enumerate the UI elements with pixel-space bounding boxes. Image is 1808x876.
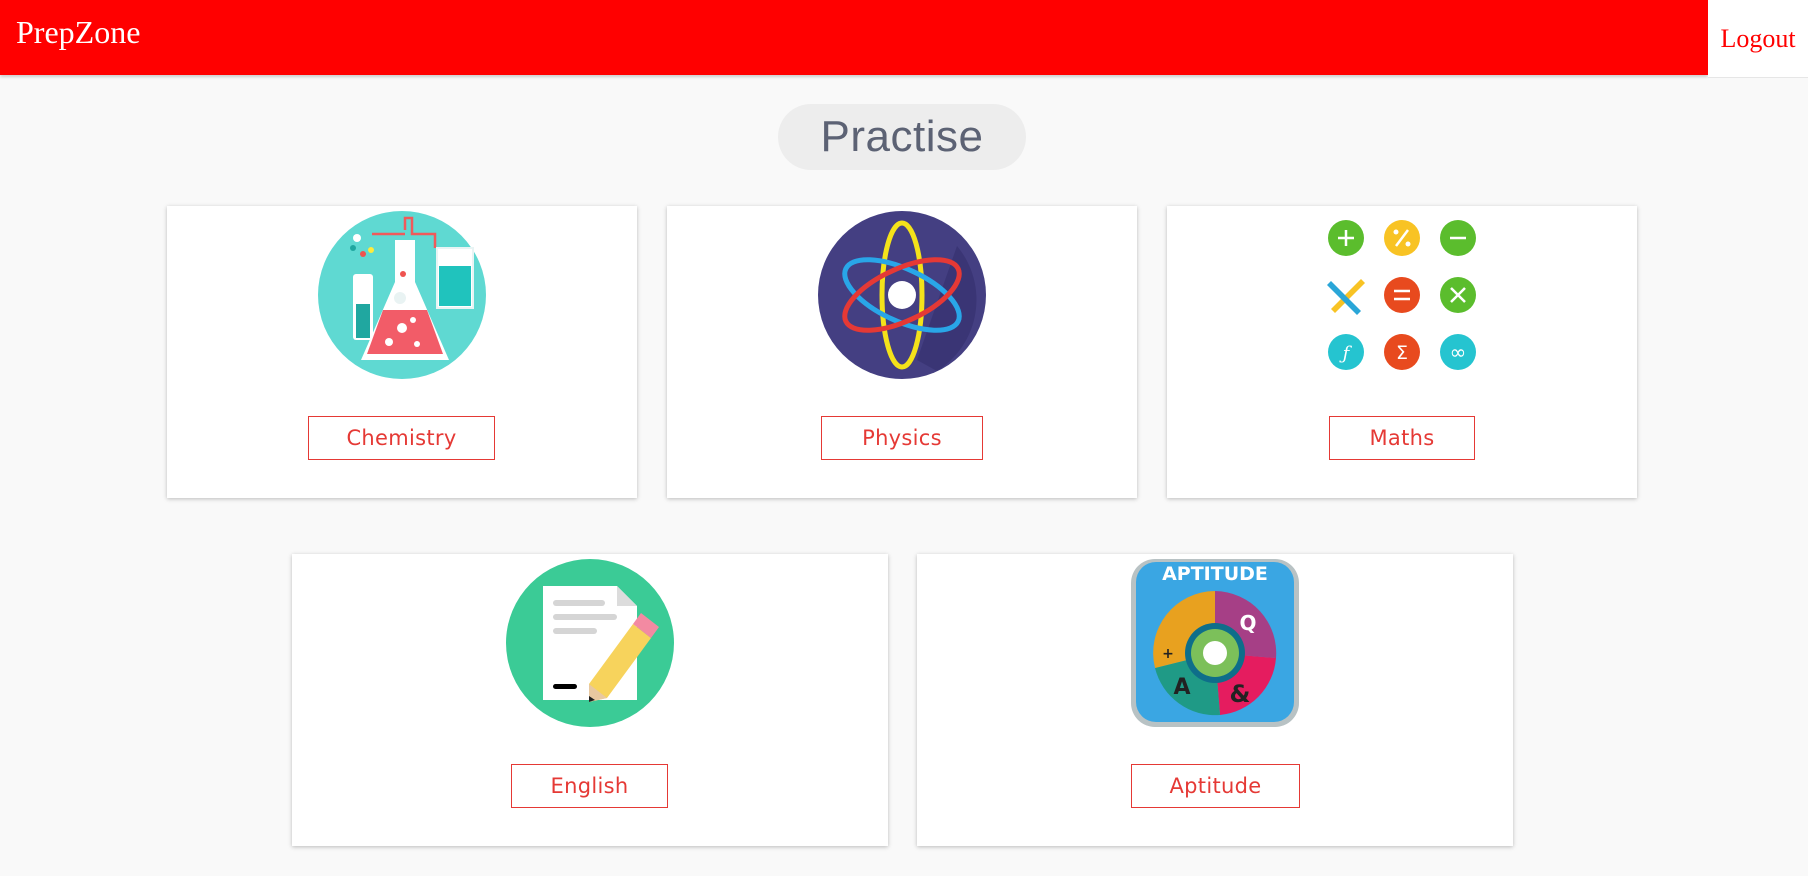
subject-card-aptitude: APTITUDE Q A & + Aptitude	[917, 554, 1513, 846]
svg-text:∞: ∞	[1450, 340, 1467, 364]
subject-card-physics: Physics	[667, 206, 1137, 498]
svg-text:Σ: Σ	[1396, 342, 1408, 364]
aptitude-art-text: APTITUDE	[1162, 563, 1268, 585]
maths-button[interactable]: Maths	[1329, 416, 1475, 460]
aptitude-wheel-icon: APTITUDE Q A & +	[1131, 559, 1299, 727]
chemistry-button[interactable]: Chemistry	[308, 416, 495, 460]
subject-card-maths: ƒ Σ ∞ Maths	[1167, 206, 1637, 498]
svg-text:A: A	[1173, 675, 1190, 700]
english-button[interactable]: English	[511, 764, 668, 808]
aptitude-button[interactable]: Aptitude	[1131, 764, 1300, 808]
top-navbar: PrepZone	[0, 0, 1708, 75]
physics-button[interactable]: Physics	[821, 416, 983, 460]
atom-icon	[818, 211, 986, 379]
logout-button[interactable]: Logout	[1708, 0, 1808, 78]
svg-text:Q: Q	[1239, 611, 1256, 635]
math-symbols-icon: ƒ Σ ∞	[1327, 220, 1476, 370]
subject-card-english: English	[292, 554, 888, 846]
brand-logo[interactable]: PrepZone	[16, 14, 140, 51]
svg-text:&: &	[1230, 680, 1251, 708]
chemistry-flask-icon	[318, 211, 486, 379]
document-pencil-icon	[506, 559, 674, 727]
subject-card-chemistry: Chemistry	[167, 206, 637, 498]
page-title: Practise	[820, 112, 984, 161]
svg-text:+: +	[1162, 646, 1174, 662]
page-title-pill: Practise	[778, 104, 1026, 170]
